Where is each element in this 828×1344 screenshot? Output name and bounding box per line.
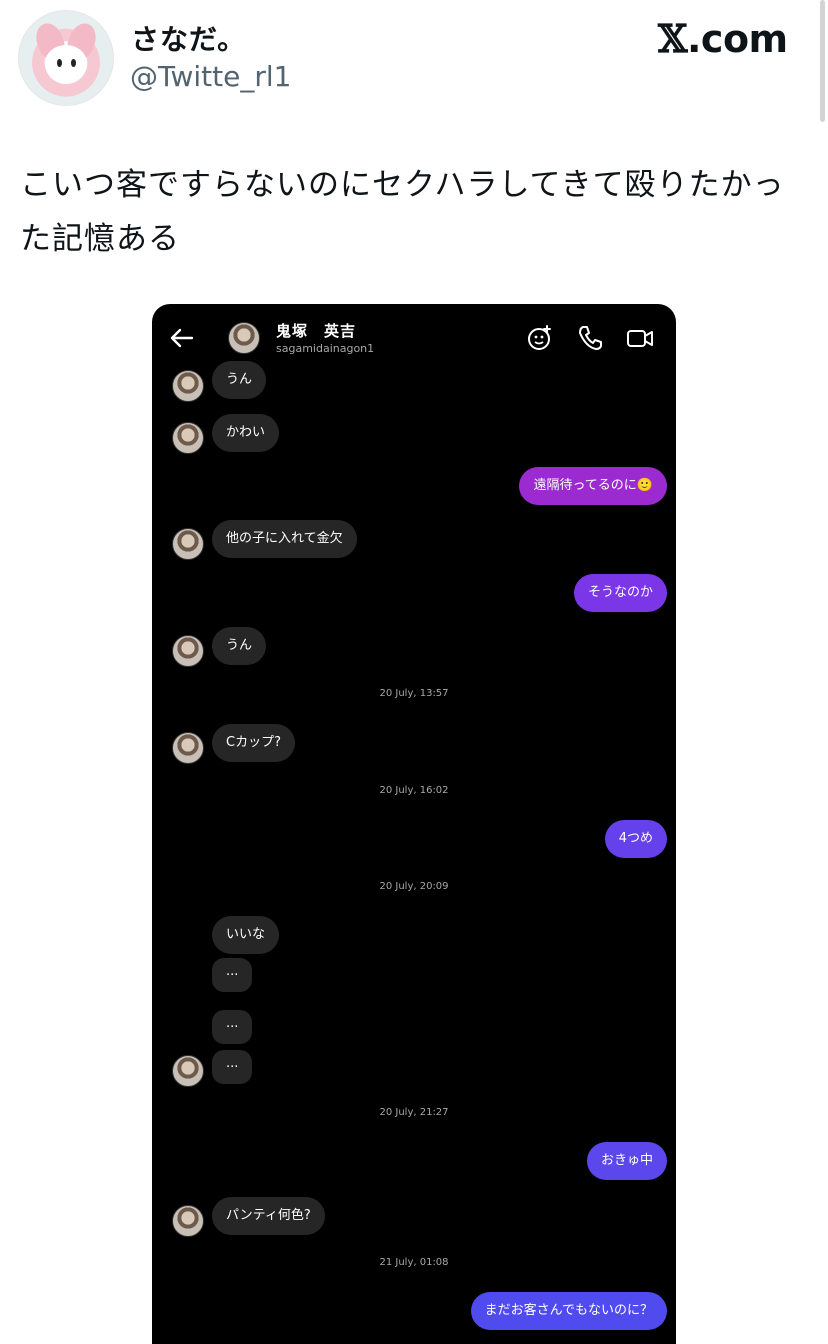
contact-avatar-small[interactable] xyxy=(172,528,204,560)
author-handle[interactable]: @Twitte_rl1 xyxy=(130,60,291,93)
message-bubble-incoming[interactable]: かわい xyxy=(212,414,280,452)
x-logo-icon: 𝕏 xyxy=(658,16,687,61)
avatar-eye-left xyxy=(57,59,62,67)
message-bubble-outgoing[interactable]: まだお客さんでもないのに？ xyxy=(470,1292,667,1330)
author-display-name[interactable]: さなだ。 xyxy=(131,18,246,58)
message-timestamp: 20 July, 20:09 xyxy=(379,881,449,892)
message-bubble-incoming[interactable]: うん xyxy=(212,627,267,665)
contact-avatar-small[interactable] xyxy=(172,422,204,454)
message-timestamp: 20 July, 21:27 xyxy=(379,1107,449,1118)
message-bubble-outgoing[interactable]: そうなのか xyxy=(573,574,667,612)
message-bubble-incoming[interactable]: いいな xyxy=(212,916,280,954)
message-bubble-outgoing[interactable]: 遠隔待ってるのに🙂 xyxy=(519,467,667,505)
video-call-icon[interactable] xyxy=(626,324,654,352)
back-arrow-icon[interactable] xyxy=(168,324,196,352)
avatar-face xyxy=(45,45,87,81)
message-bubble-outgoing[interactable]: 4つめ xyxy=(604,820,667,858)
scrollbar[interactable] xyxy=(820,0,825,122)
message-bubble-incoming[interactable]: うん xyxy=(212,361,267,399)
contact-avatar-small[interactable] xyxy=(172,370,204,402)
contact-avatar-small[interactable] xyxy=(172,1205,204,1237)
message-timestamp: 21 July, 01:08 xyxy=(379,1257,449,1268)
message-bubble-incoming[interactable]: ... xyxy=(212,1010,253,1044)
contact-username: sagamidainagon1 xyxy=(276,342,375,355)
message-bubble-incoming[interactable]: ... xyxy=(212,1050,253,1084)
message-timestamp: 20 July, 16:02 xyxy=(379,785,449,796)
brand-domain: .com xyxy=(686,17,788,61)
sticker-effect-icon[interactable] xyxy=(526,324,554,352)
tweet-text: こいつ客ですらないのにセクハラしてきて殴りたかった記憶ある xyxy=(20,167,785,257)
author-avatar[interactable] xyxy=(18,10,114,106)
x-com-logo: 𝕏.com xyxy=(658,16,788,61)
contact-name[interactable]: 鬼塚 英吉 xyxy=(276,320,356,341)
message-bubble-incoming[interactable]: Cカップ? xyxy=(212,724,295,762)
contact-avatar-small[interactable] xyxy=(172,732,204,764)
contact-avatar-small[interactable] xyxy=(172,1055,204,1087)
avatar-eye-right xyxy=(71,59,76,67)
message-bubble-outgoing[interactable]: おきゅ中 xyxy=(586,1142,667,1180)
message-bubble-incoming[interactable]: 他の子に入れて金欠 xyxy=(212,520,357,558)
dm-screenshot: 鬼塚 英吉 sagamidainagon1 うん かわい 遠隔待ってるのに🙂 他… xyxy=(152,304,676,1344)
message-timestamp: 20 July, 13:57 xyxy=(379,688,449,699)
phone-icon[interactable] xyxy=(576,324,604,352)
message-bubble-incoming[interactable]: パンティ何色? xyxy=(212,1197,325,1235)
message-bubble-incoming[interactable]: ... xyxy=(212,958,253,992)
contact-avatar-small[interactable] xyxy=(172,635,204,667)
contact-avatar[interactable] xyxy=(228,322,260,354)
